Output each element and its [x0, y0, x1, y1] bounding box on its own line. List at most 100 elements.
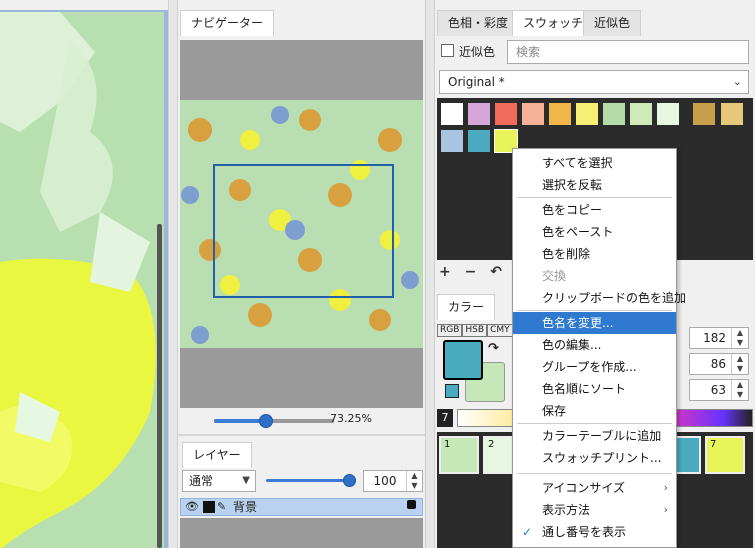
checkmark-icon: ✓ — [522, 525, 533, 539]
swatch-toolbar: + − ↶ — [439, 264, 511, 282]
navigator-view-frame[interactable] — [213, 164, 394, 298]
menu-item-add-to-color-table[interactable]: カラーテーブルに追加 — [513, 425, 676, 447]
spinner[interactable]: ▲ ▼ — [731, 328, 748, 348]
blend-mode-select[interactable]: 通常 ▼ — [182, 470, 256, 492]
menu-item-swatch-print[interactable]: スウォッチプリント... — [513, 447, 676, 469]
zoom-value: 73.25% — [330, 412, 372, 425]
menu-item-show-serial-number-label: 通し番号を表示 — [542, 525, 627, 539]
menu-item-display-method[interactable]: 表示方法 › — [513, 499, 676, 521]
menu-separator — [517, 310, 672, 311]
opacity-slider-track[interactable] — [266, 479, 350, 482]
swap-colors-icon[interactable]: ↷ — [488, 341, 499, 356]
gradient-number: 7 — [437, 409, 453, 427]
color-value-3-text: 63 — [710, 383, 726, 397]
near-color-label: 近似色 — [459, 45, 496, 59]
pen-icon: ✎ — [217, 500, 227, 513]
lock-icon[interactable] — [407, 500, 416, 509]
swatch-item[interactable] — [467, 102, 491, 126]
color-value-1-text: 182 — [703, 331, 726, 345]
swatch-item[interactable] — [440, 102, 464, 126]
tab-hue-saturation[interactable]: 色相・彩度 — [437, 10, 520, 36]
swatch-item[interactable] — [521, 102, 545, 126]
mode-hsb[interactable]: HSB — [462, 324, 488, 337]
color-mode-tabs: RGB HSB CMY — [437, 324, 513, 337]
undo-icon[interactable]: ↶ — [490, 264, 502, 280]
tab-swatch[interactable]: スウォッチ — [512, 10, 595, 36]
menu-item-save[interactable]: 保存 — [513, 400, 676, 422]
spinner[interactable]: ▲ ▼ — [731, 354, 748, 374]
menu-item-copy-color[interactable]: 色をコピー — [513, 199, 676, 221]
tab-color[interactable]: カラー — [437, 294, 496, 320]
history-swatch[interactable]: 1 — [439, 436, 479, 474]
blend-mode-value: 通常 — [189, 474, 214, 488]
swatch-item[interactable] — [548, 102, 572, 126]
menu-item-display-method-label: 表示方法 — [542, 503, 591, 517]
menu-separator — [517, 197, 672, 198]
layer-list-area — [180, 518, 423, 548]
chevron-right-icon: › — [663, 481, 668, 494]
mode-rgb[interactable]: RGB — [437, 324, 463, 337]
menu-item-select-all[interactable]: すべてを選択 — [513, 152, 676, 174]
swatch-item[interactable] — [602, 102, 626, 126]
panel-divider[interactable] — [168, 0, 178, 548]
swatch-set-value: Original * — [448, 75, 505, 89]
panel-divider-right[interactable] — [425, 0, 435, 548]
chevron-right-icon: › — [663, 503, 668, 516]
swatch-item[interactable] — [692, 102, 716, 126]
swatch-item[interactable] — [575, 102, 599, 126]
swatch-item[interactable] — [494, 102, 518, 126]
menu-item-invert-selection[interactable]: 選択を反転 — [513, 174, 676, 196]
swatch-item[interactable] — [656, 102, 680, 126]
opacity-input[interactable]: 100 ▲ ▼ — [363, 470, 423, 492]
menu-item-icon-size-label: アイコンサイズ — [542, 481, 626, 495]
menu-item-add-clipboard-color[interactable]: クリップボードの色を追加 — [513, 287, 686, 309]
main-color-swatch[interactable] — [443, 340, 483, 380]
zoom-slider-knob[interactable] — [259, 414, 273, 428]
layer-name: 背景 — [233, 500, 258, 514]
menu-item-sort-by-name[interactable]: 色名順にソート — [513, 378, 676, 400]
opacity-slider-knob[interactable] — [343, 474, 356, 487]
color-value-3[interactable]: 63 ▲ ▼ — [689, 379, 749, 401]
menu-separator — [517, 473, 672, 474]
panel-splitter[interactable] — [178, 434, 425, 436]
color-value-2[interactable]: 86 ▲ ▼ — [689, 353, 749, 375]
chevron-down-icon: ⌄ — [732, 75, 742, 88]
add-swatch-button[interactable]: + — [439, 264, 451, 280]
menu-item-edit-color[interactable]: 色の編集... — [513, 334, 676, 356]
menu-item-show-serial-number[interactable]: ✓ 通し番号を表示 — [513, 521, 676, 543]
swatch-item[interactable] — [629, 102, 653, 126]
chevron-down-icon: ▼ — [242, 475, 250, 486]
swatch-item[interactable] — [440, 129, 464, 153]
transparent-color-toggle[interactable] — [445, 384, 459, 398]
color-value-1[interactable]: 182 ▲ ▼ — [689, 327, 749, 349]
swatch-item[interactable] — [720, 102, 744, 126]
history-swatch-number: 7 — [710, 439, 717, 450]
swatch-set-select[interactable]: Original * ⌄ — [439, 70, 749, 94]
tab-layers[interactable]: レイヤー — [182, 442, 252, 468]
swatch-item[interactable] — [467, 129, 491, 153]
history-swatch[interactable]: 7 — [705, 436, 745, 474]
tab-navigator[interactable]: ナビゲーター — [180, 10, 275, 36]
spinner[interactable]: ▲ ▼ — [731, 380, 748, 400]
layer-type-icon — [203, 501, 215, 513]
near-color-checkbox[interactable] — [441, 44, 454, 57]
menu-separator — [517, 423, 672, 424]
menu-item-create-group[interactable]: グループを作成... — [513, 356, 676, 378]
color-value-2-text: 86 — [710, 357, 726, 371]
tab-near-color[interactable]: 近似色 — [583, 10, 642, 36]
history-swatch-number: 2 — [488, 439, 495, 450]
layer-row[interactable]: 👁 ✎ 背景 — [180, 498, 423, 516]
navigator-view[interactable] — [180, 40, 423, 408]
menu-item-delete-color[interactable]: 色を削除 — [513, 243, 676, 265]
mode-cmy[interactable]: CMY — [487, 324, 513, 337]
zoom-slider-rest[interactable] — [266, 419, 334, 423]
menu-item-rename-color[interactable]: 色名を変更... — [513, 312, 676, 334]
canvas-scrollbar[interactable] — [157, 224, 162, 548]
remove-swatch-button[interactable]: − — [465, 264, 477, 280]
menu-item-paste-color[interactable]: 色をペースト — [513, 221, 676, 243]
opacity-spinner[interactable]: ▲ ▼ — [406, 471, 422, 491]
eye-icon[interactable]: 👁 — [185, 499, 199, 515]
search-input[interactable]: 検索 — [507, 40, 749, 64]
menu-item-icon-size[interactable]: アイコンサイズ › — [513, 477, 676, 499]
drawing-canvas[interactable] — [0, 10, 168, 548]
